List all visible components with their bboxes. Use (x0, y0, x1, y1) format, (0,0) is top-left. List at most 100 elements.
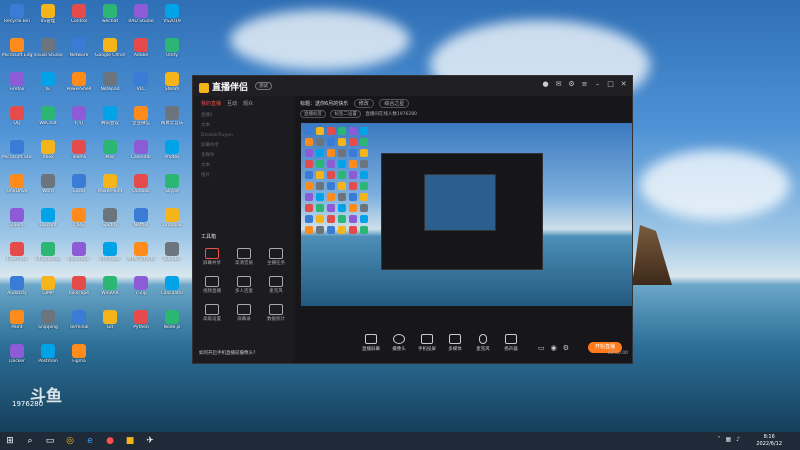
desktop-icon[interactable]: Calculator (157, 276, 187, 296)
maximize-icon[interactable]: □ (606, 80, 615, 89)
desktop-icon[interactable]: Word (33, 174, 63, 194)
minimize-icon[interactable]: – (593, 80, 602, 89)
desktop-icon[interactable]: Premiere (95, 242, 125, 262)
control-speaker[interactable]: 扬声器 (498, 334, 524, 352)
desktop-icon[interactable]: Unity (157, 38, 187, 58)
tool-item[interactable]: 高清音质 (229, 248, 259, 266)
desktop-icon[interactable]: Illustrator (64, 242, 94, 262)
desktop-icon[interactable]: Postman (33, 344, 63, 364)
pinned-app-icon[interactable]: ✈ (140, 432, 160, 450)
start-icon[interactable]: ⊞ (0, 432, 20, 450)
tool-item[interactable]: 主播任务 (261, 248, 291, 266)
desktop-icon[interactable]: Photoshop (33, 242, 63, 262)
desktop-icon[interactable]: wechat (95, 4, 125, 24)
desktop-icon[interactable]: VLC (126, 72, 156, 92)
scene-item[interactable]: 图片 (193, 171, 294, 181)
desktop-icon[interactable]: Spotify (95, 208, 125, 228)
desktop-icon[interactable]: Discord (33, 208, 63, 228)
desktop-icon[interactable]: Control (64, 4, 94, 24)
desktop-icon[interactable]: Recycle Bin (2, 4, 32, 24)
control-screen[interactable]: 直播屏幕 (358, 334, 384, 352)
desktop-icon[interactable]: PowerPoint (95, 174, 125, 194)
control-media[interactable]: 多媒体 (442, 334, 468, 352)
scene-item[interactable]: DisableTruyen (193, 131, 294, 141)
tool-item[interactable]: 高级设置 (197, 304, 227, 322)
desktop-icon[interactable]: Node.js (157, 310, 187, 330)
desktop-icon[interactable]: RAD Studio (126, 4, 156, 24)
desktop-icon[interactable]: Evernote (2, 242, 32, 262)
desktop-icon[interactable]: Teams (64, 140, 94, 160)
desktop-icon[interactable]: Terminal (64, 310, 94, 330)
tool-item[interactable]: 数据统计 (261, 304, 291, 322)
desktop-icon[interactable]: Microsoft Store (2, 140, 32, 160)
desktop-icon[interactable]: Microsoft Edge (2, 38, 32, 58)
desktop-icon[interactable]: Visual Studio (33, 38, 63, 58)
desktop-icon[interactable]: VS2019 (157, 4, 187, 24)
volume-icon[interactable]: ♪ (736, 436, 740, 443)
desktop-icon[interactable]: Steam (157, 72, 187, 92)
desktop-icon[interactable]: 腾讯会议 (95, 106, 125, 126)
edge-icon[interactable]: e (80, 432, 100, 450)
tool-item[interactable]: 多人连麦 (229, 276, 259, 294)
desktop-icon[interactable]: After Effects (126, 242, 156, 262)
desktop-icon[interactable]: QQ (2, 106, 32, 126)
search-icon[interactable]: ⌕ (20, 432, 40, 450)
edit-button[interactable]: 修改 (353, 99, 374, 108)
desktop-icon[interactable]: Mail (95, 140, 125, 160)
settings-icon[interactable]: ⚙ (567, 80, 576, 89)
chevron-up-icon[interactable]: ˄ (717, 436, 720, 443)
tab-interact[interactable]: 互动 (227, 100, 237, 107)
desktop-icon[interactable]: WeChat (33, 106, 63, 126)
preview-icon[interactable]: ◉ (551, 344, 557, 352)
desktop-icon[interactable]: Photos (157, 140, 187, 160)
scene-item[interactable]: 直播1 (193, 111, 294, 121)
desktop-icon[interactable]: Zoom (2, 208, 32, 228)
desktop-icon[interactable]: OneDrive (2, 174, 32, 194)
tab-audience[interactable]: 观众 (243, 100, 253, 107)
desktop-icon[interactable]: OBS (64, 208, 94, 228)
desktop-icon[interactable]: 企业微信 (126, 106, 156, 126)
avatar-icon[interactable]: ● (541, 80, 550, 89)
scene-item[interactable]: 屏幕共享 (193, 141, 294, 151)
desktop-icon[interactable]: Calendar (126, 140, 156, 160)
desktop-icon[interactable]: 网易云音乐 (157, 106, 187, 126)
app-icon[interactable]: ● (100, 432, 120, 450)
tag-badge[interactable]: 直播标签 (300, 110, 326, 118)
category-select[interactable]: 综合之星 (379, 99, 410, 108)
desktop-icon[interactable]: Git (95, 310, 125, 330)
desktop-icon[interactable]: Audacity (2, 276, 32, 296)
task-view-icon[interactable]: ▭ (40, 432, 60, 450)
desktop-icon[interactable]: Google Chrome (95, 38, 125, 58)
desktop-icon[interactable]: Figma (64, 344, 94, 364)
settings-icon[interactable]: ⚙ (563, 344, 569, 352)
desktop-icon[interactable]: Skype (157, 174, 187, 194)
desktop-icon[interactable]: Python (126, 310, 156, 330)
desktop-icon[interactable]: Docker (2, 344, 32, 364)
control-mic[interactable]: 麦克风 (470, 334, 496, 352)
desktop-icon[interactable]: Adobe (126, 38, 156, 58)
desktop-icon[interactable]: Inkscape (64, 276, 94, 296)
desktop-icon[interactable]: Xbox (33, 140, 63, 160)
control-camera[interactable]: 摄像头 (386, 334, 412, 352)
desktop-icon[interactable]: Paint (2, 310, 32, 330)
menu-icon[interactable]: ≡ (580, 80, 589, 89)
desktop-icon[interactable]: WinRAR (95, 276, 125, 296)
tool-item[interactable]: 视频直播 (197, 276, 227, 294)
desktop-icon[interactable]: IE (33, 72, 63, 92)
desktop-icon[interactable]: Network (64, 38, 94, 58)
desktop-icon[interactable]: Netflix (126, 208, 156, 228)
scene-item[interactable]: 文本 (193, 161, 294, 171)
scene-item[interactable]: 多媒体 (193, 151, 294, 161)
tab-my-stream[interactable]: 我的直播 (201, 100, 221, 107)
tag-badge[interactable]: 标签二设置 (330, 110, 361, 118)
desktop-icon[interactable]: Snipping (33, 310, 63, 330)
desktop-icon[interactable]: Blender (157, 242, 187, 262)
desktop-icon[interactable]: Outlook (126, 174, 156, 194)
tool-item[interactable]: 麦克风 (261, 276, 291, 294)
scene-item[interactable]: 文本 (193, 121, 294, 131)
desktop-icon[interactable]: Notepad (95, 72, 125, 92)
message-icon[interactable]: ✉ (554, 80, 563, 89)
live-app-icon[interactable]: ■ (120, 432, 140, 450)
desktop-icon[interactable]: Dropbox (157, 208, 187, 228)
desktop-icon[interactable]: 7-Zip (126, 276, 156, 296)
